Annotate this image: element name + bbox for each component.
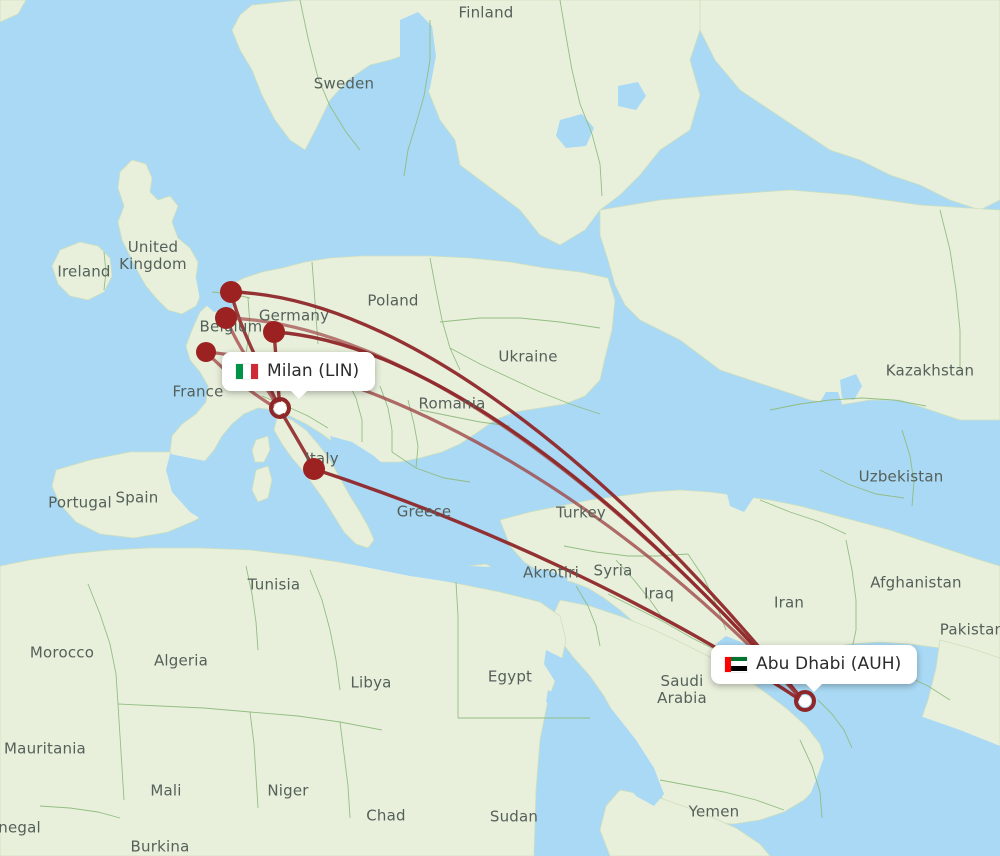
flag-united-arab-emirates-icon [725, 656, 747, 672]
destination-marker-abu-dhabi[interactable] [793, 689, 817, 717]
tooltip-pointer [805, 683, 824, 692]
rome-dot[interactable] [302, 457, 326, 481]
ring-marker-icon [794, 690, 816, 712]
map-canvas[interactable] [0, 0, 1000, 856]
frankfurt-dot[interactable] [262, 320, 286, 344]
tooltip-pointer [289, 390, 308, 399]
abu-dhabi-tooltip-label: Abu Dhabi (AUH) [756, 654, 902, 674]
ring-marker-icon [269, 397, 291, 419]
milan-tooltip[interactable]: Milan (LIN) [222, 352, 376, 399]
flag-italy-icon [236, 363, 258, 379]
flight-route-map[interactable]: Finland Sweden United Kingdom Ireland Poland… [0, 0, 1000, 856]
amsterdam-dot[interactable] [219, 280, 243, 304]
abu-dhabi-tooltip[interactable]: Abu Dhabi (AUH) [711, 645, 918, 692]
milan-tooltip-label: Milan (LIN) [267, 361, 360, 381]
brussels-dot[interactable] [214, 306, 238, 330]
origin-marker-milan[interactable] [268, 396, 292, 424]
paris-dot[interactable] [195, 341, 217, 363]
